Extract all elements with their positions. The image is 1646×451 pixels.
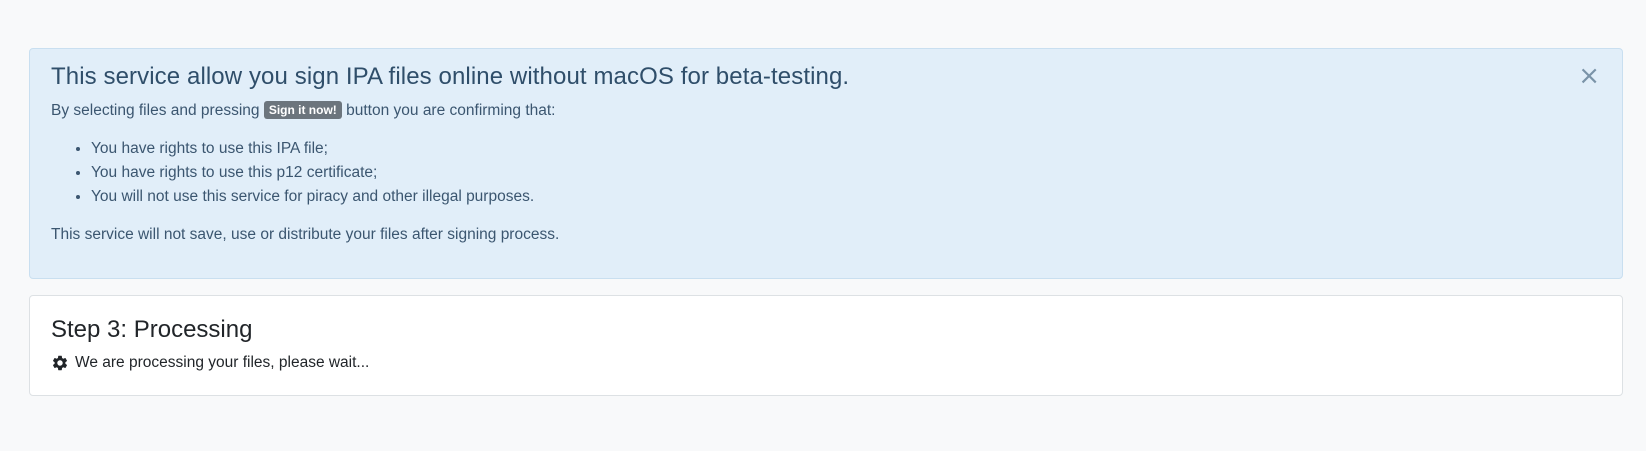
rule-item: You have rights to use this IPA file; xyxy=(91,137,1601,161)
step-card: Step 3: Processing We are processing you… xyxy=(29,295,1623,396)
rule-item: You will not use this service for piracy… xyxy=(91,185,1601,209)
info-alert: × This service allow you sign IPA files … xyxy=(29,48,1623,279)
rule-item: You have rights to use this p12 certific… xyxy=(91,161,1601,185)
processing-status-text: We are processing your files, please wai… xyxy=(75,354,370,371)
gear-icon xyxy=(51,354,69,372)
close-icon[interactable]: × xyxy=(1578,63,1600,89)
alert-footer: This service will not save, use or distr… xyxy=(51,226,560,243)
step-title: Step 3: Processing xyxy=(51,316,253,343)
rules-list: You have rights to use this IPA file; Yo… xyxy=(51,137,1601,209)
alert-intro: By selecting files and pressing Sign it … xyxy=(51,99,1601,123)
processing-status: We are processing your files, please wai… xyxy=(51,354,1601,372)
main-container: × This service allow you sign IPA files … xyxy=(29,48,1623,396)
alert-intro-before: By selecting files and pressing xyxy=(51,102,264,119)
alert-title: This service allow you sign IPA files on… xyxy=(51,63,850,90)
alert-intro-after: button you are confirming that: xyxy=(341,102,556,119)
sign-it-now-badge: Sign it now! xyxy=(263,101,342,119)
